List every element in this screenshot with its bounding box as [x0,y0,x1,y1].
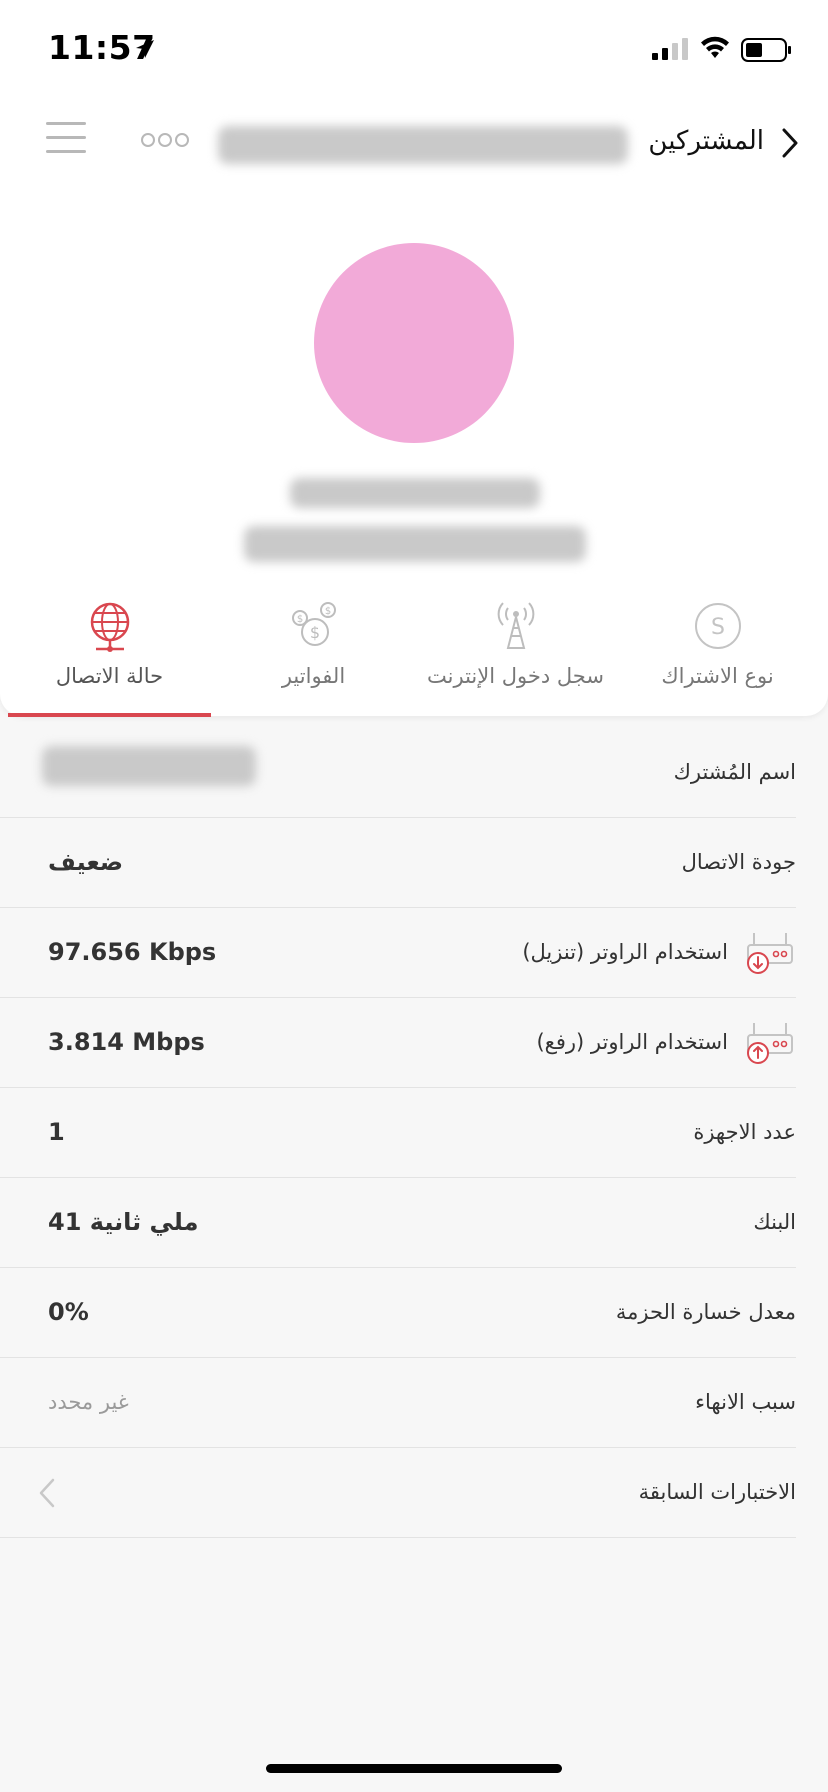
row-label: استخدام الراوتر (تنزيل) [522,940,728,964]
svg-text:$: $ [309,623,319,642]
home-indicator[interactable] [266,1764,562,1773]
row-value: 97.656 Kbps [48,938,217,966]
list-item: عدد الاجهزة 1 [0,1088,796,1178]
svg-text:S: S [711,615,725,640]
chevron-left-icon [39,1478,55,1508]
antenna-icon [497,602,534,649]
list-item: استخدام الراوتر (تنزيل) 97.656 Kbps [0,908,796,998]
redacted-subscriber-id [42,746,256,786]
svg-text:$: $ [324,606,330,617]
more-dots-icon[interactable] [140,132,190,148]
subscription-s-icon: S [694,603,741,649]
redacted-subscriber-name [244,526,586,562]
svg-text:$: $ [296,614,302,625]
menu-icon[interactable] [46,122,86,164]
battery-icon [741,38,791,62]
tab-label: سجل دخول الإنترنت [427,664,604,688]
router-upload-icon [747,1023,793,1064]
connection-details-list: اسم المُشترك جودة الاتصال ضعيف استخدام ا… [0,728,828,1538]
back-chevron-icon[interactable] [780,128,800,158]
list-item: اسم المُشترك [0,728,796,818]
list-item: سبب الانهاء غير محدد [0,1358,796,1448]
row-value: غير محدد [48,1390,129,1414]
wifi-icon [701,36,729,58]
previous-tests-row[interactable]: الاختبارات السابقة [0,1448,796,1538]
row-label: اسم المُشترك [673,760,796,784]
location-arrow-icon [136,40,154,58]
coins-icon: $ $ $ [291,602,336,646]
row-label: معدل خسارة الحزمة [615,1300,796,1324]
row-value: 0% [48,1298,89,1326]
row-value: 3.814 Mbps [48,1028,205,1056]
row-label: استخدام الراوتر (رفع) [536,1030,728,1054]
globe-network-icon [90,602,129,652]
list-item: معدل خسارة الحزمة 0% [0,1268,796,1358]
row-label: الاختبارات السابقة [638,1480,796,1504]
profile-card: 11:57 المشتركين حالة الاتصال $ $ $ الفوا… [0,0,828,717]
row-label: البنك [753,1210,796,1234]
tab-internet-log[interactable]: سجل دخول الإنترنت [412,598,619,688]
tab-label: نوع الاشتراك [661,664,774,688]
row-label: جودة الاتصال [681,850,796,874]
active-tab-indicator [8,713,211,717]
list-item: جودة الاتصال ضعيف [0,818,796,908]
tab-subscription-type[interactable]: S نوع الاشتراك [614,598,821,688]
redacted-phone [290,478,540,508]
row-value: 1 [48,1118,65,1146]
tab-connection-status[interactable]: حالة الاتصال [6,598,213,688]
redacted-header-name [218,126,628,164]
tab-label: حالة الاتصال [55,664,164,688]
tab-label: الفواتير [281,664,346,688]
router-download-icon [747,933,793,974]
avatar [314,243,514,443]
row-value: ضعيف [48,848,124,876]
list-item: استخدام الراوتر (رفع) 3.814 Mbps [0,998,796,1088]
row-label: عدد الاجهزة [693,1120,796,1144]
tab-invoices[interactable]: $ $ $ الفواتير [210,598,417,688]
back-label[interactable]: المشتركين [648,126,764,156]
list-item: البنك 41 ملي ثانية [0,1178,796,1268]
row-label: سبب الانهاء [695,1390,796,1414]
row-value: 41 ملي ثانية [48,1208,199,1236]
cellular-signal-icon [652,38,688,60]
